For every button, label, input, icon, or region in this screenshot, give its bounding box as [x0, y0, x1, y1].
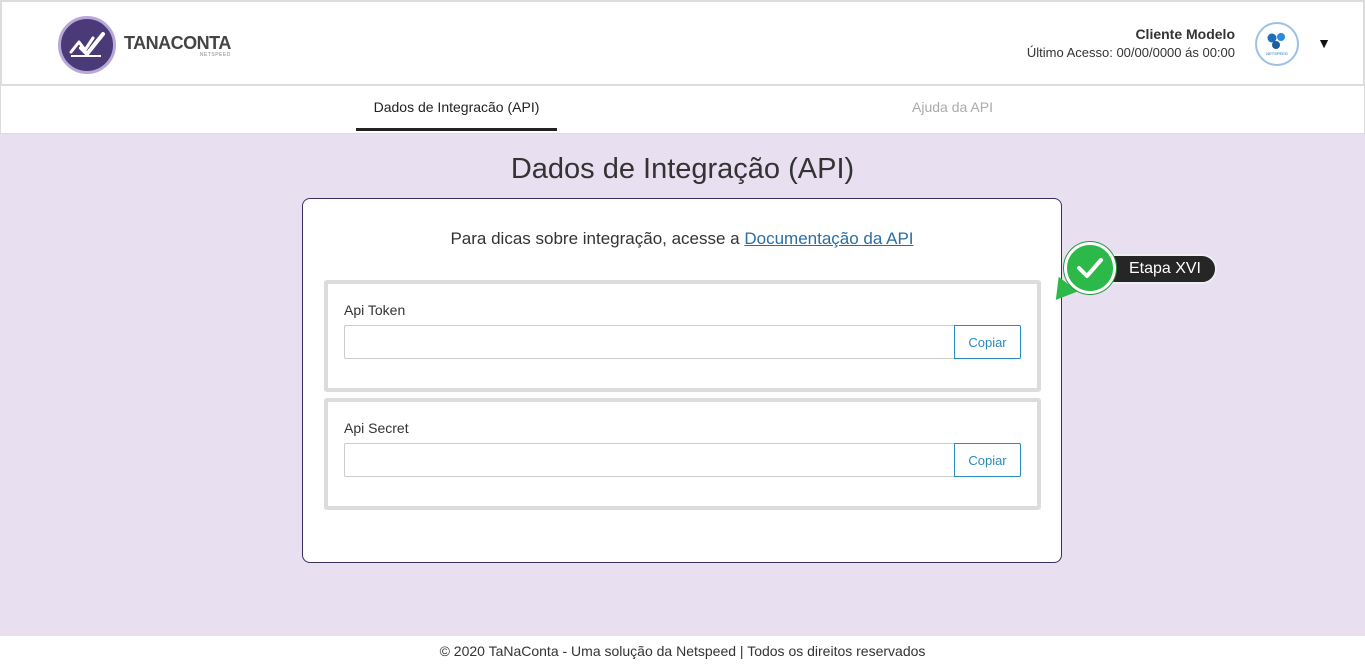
user-name: Cliente Modelo — [1135, 26, 1235, 42]
tab-ajuda-api[interactable]: Ajuda da API — [881, 86, 1024, 131]
step-label: Etapa XVI — [1100, 254, 1217, 284]
netspeed-logo-icon — [1267, 33, 1285, 49]
header: TANACONTA NETSPEED Cliente Modelo Último… — [0, 0, 1365, 86]
api-secret-label: Api Secret — [344, 420, 409, 436]
user-info: Cliente Modelo Último Acesso: 00/00/0000… — [1027, 26, 1235, 60]
user-menu-dropdown-icon[interactable]: ▼ — [1317, 35, 1331, 51]
page-title: Dados de Integração (API) — [510, 153, 855, 185]
logo-name: TANACONTA — [124, 32, 231, 53]
app-logo[interactable]: TANACONTA NETSPEED — [58, 16, 231, 74]
avatar[interactable]: NETSPEED — [1255, 22, 1299, 66]
tab-dados-integracao[interactable]: Dados de Integracão (API) — [356, 86, 557, 131]
integration-card: Para dicas sobre integração, acesse a Do… — [302, 198, 1062, 563]
copy-token-button[interactable]: Copiar — [954, 325, 1021, 359]
footer: © 2020 TaNaConta - Uma solução da Netspe… — [0, 636, 1365, 667]
logo-check-icon — [58, 16, 116, 74]
avatar-label: NETSPEED — [1266, 51, 1288, 56]
api-token-label: Api Token — [344, 302, 406, 318]
footer-text: © 2020 TaNaConta - Uma solução da Netspe… — [439, 643, 926, 659]
intro-text: Para dicas sobre integração, acesse a Do… — [450, 229, 914, 248]
checkmark-icon — [1064, 242, 1116, 294]
api-token-input[interactable] — [344, 325, 955, 359]
step-badge[interactable]: Etapa XVI — [1046, 242, 1220, 308]
copy-secret-button[interactable]: Copiar — [954, 443, 1021, 477]
api-docs-link[interactable]: Documentação da API — [744, 229, 913, 248]
api-secret-section: Api Secret Copiar — [324, 398, 1041, 510]
api-token-section: Api Token Copiar — [324, 280, 1041, 392]
last-access: Último Acesso: 00/00/0000 ás 00:00 — [1026, 45, 1235, 60]
logo-sub: NETSPEED — [199, 51, 231, 58]
tab-bar: Dados de Integracão (API) Ajuda da API — [0, 86, 1365, 134]
api-secret-input[interactable] — [344, 443, 955, 477]
